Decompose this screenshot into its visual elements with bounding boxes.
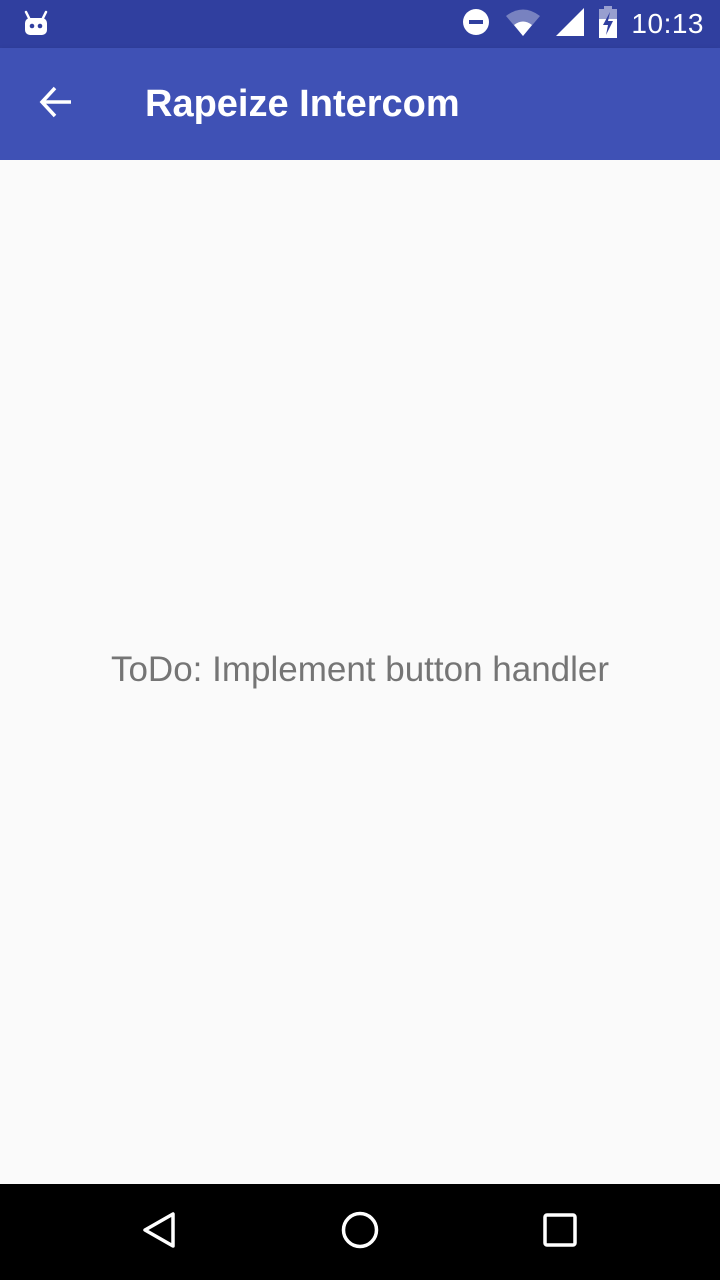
todo-message: ToDo: Implement button handler <box>110 650 610 689</box>
page-title: Rapeize Intercom <box>145 83 460 125</box>
nav-home-button[interactable] <box>328 1200 392 1264</box>
back-triangle-icon <box>140 1210 180 1255</box>
do-not-disturb-icon <box>461 7 491 42</box>
navigation-bar <box>0 1184 720 1280</box>
app-bar: Rapeize Intercom <box>0 48 720 160</box>
nav-back-button[interactable] <box>128 1200 192 1264</box>
cell-signal-icon <box>555 7 585 42</box>
wifi-icon <box>505 7 541 42</box>
android-robot-icon <box>22 8 50 38</box>
status-bar: 10:13 <box>0 0 720 48</box>
home-circle-icon <box>340 1210 380 1255</box>
back-button[interactable] <box>24 72 88 136</box>
arrow-back-icon <box>38 84 74 125</box>
main-content: ToDo: Implement button handler <box>0 160 720 1184</box>
status-time: 10:13 <box>631 8 704 39</box>
nav-recents-button[interactable] <box>528 1200 592 1264</box>
battery-charging-icon <box>599 5 618 43</box>
recents-square-icon <box>540 1210 580 1255</box>
